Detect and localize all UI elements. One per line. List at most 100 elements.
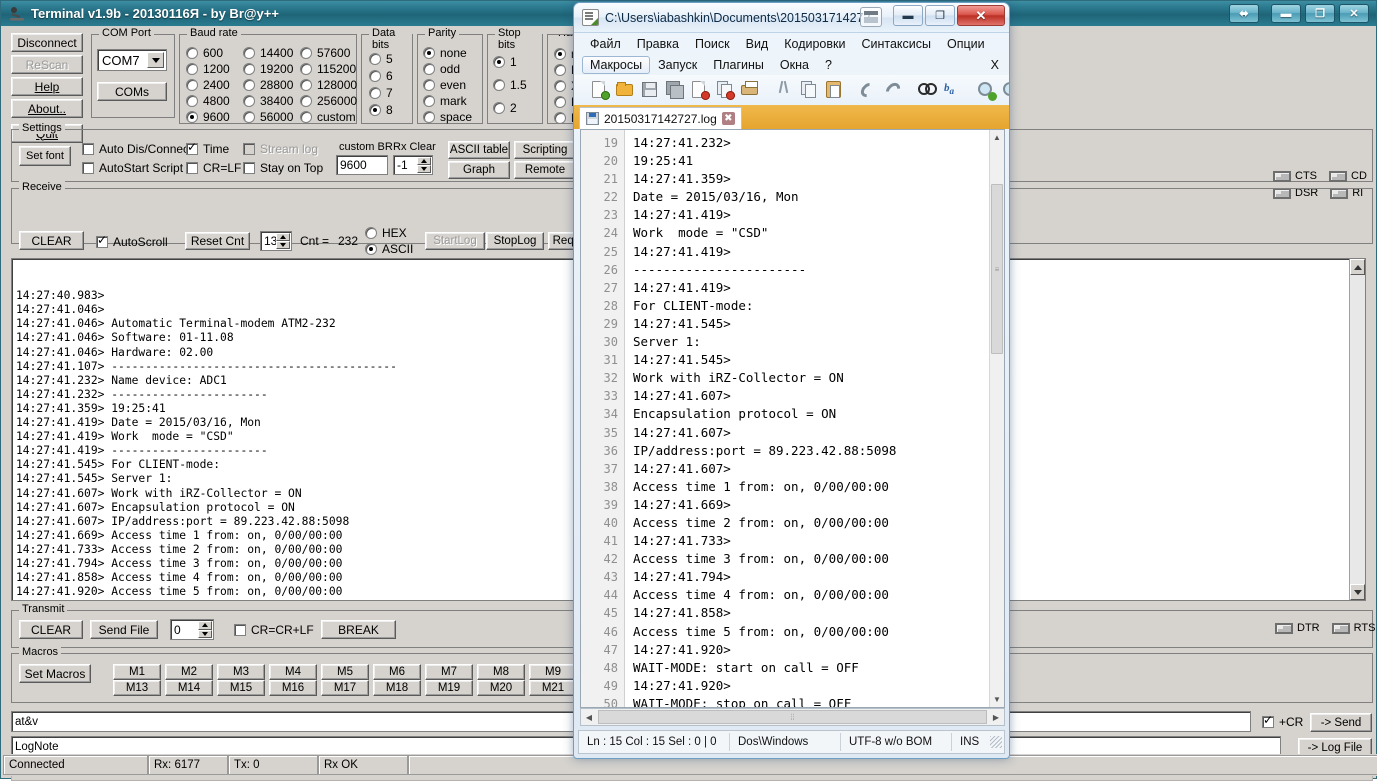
document-tab[interactable]: 20150317142727.log ✖: [579, 107, 742, 129]
menu-item-Плагины[interactable]: Плагины: [705, 56, 772, 74]
macro-button-m2[interactable]: M2: [165, 664, 213, 680]
auto-dis-connect-checkbox[interactable]: Auto Dis/Connect: [82, 142, 192, 156]
cut-icon[interactable]: [773, 79, 795, 101]
baud-radio-14400[interactable]: 14400: [243, 45, 301, 61]
editor-scroll-right-icon[interactable]: ▶: [988, 709, 1004, 725]
print-icon[interactable]: [739, 79, 761, 101]
editor-horizontal-scrollbar[interactable]: ◀ ⦙⦙ ▶: [580, 708, 1005, 726]
custom-br-input[interactable]: 9600: [336, 155, 388, 175]
stop-bits-radio-15[interactable]: 1.5: [493, 73, 527, 96]
macro-button-m5[interactable]: M5: [321, 664, 369, 680]
menu-item-Кодировки[interactable]: Кодировки: [776, 35, 853, 53]
macro-button-m17[interactable]: M17: [321, 680, 369, 696]
notepad-maximize-button[interactable]: ❐: [925, 5, 955, 26]
scroll-track[interactable]: [1350, 275, 1365, 584]
menu-item-Опции[interactable]: Опции: [939, 35, 993, 53]
cnt-stepper[interactable]: 13: [260, 231, 292, 251]
time-checkbox[interactable]: Time: [186, 142, 229, 156]
spin-up-icon[interactable]: [198, 621, 212, 630]
spin-up-icon[interactable]: [276, 233, 290, 241]
cnt-spin-buttons[interactable]: [276, 233, 290, 249]
parity-radio-space[interactable]: space: [423, 109, 472, 125]
scroll-up-icon[interactable]: [1350, 259, 1365, 275]
terminal-resize-button[interactable]: ⬌: [1229, 4, 1259, 23]
resize-grip-icon[interactable]: [990, 736, 1002, 748]
baud-radio-9600[interactable]: 9600: [186, 109, 242, 125]
replace-icon[interactable]: ba: [941, 79, 963, 101]
about-button[interactable]: About..: [11, 99, 83, 118]
terminal-close-button[interactable]: ✕: [1339, 4, 1369, 23]
spin-down-icon[interactable]: [417, 165, 431, 173]
stream-log-checkbox[interactable]: Stream log: [243, 142, 318, 156]
macro-button-m1[interactable]: M1: [113, 664, 161, 680]
baud-radio-57600[interactable]: 57600: [300, 45, 360, 61]
baud-radio-19200[interactable]: 19200: [243, 61, 301, 77]
menu-item-Запуск[interactable]: Запуск: [650, 56, 705, 74]
disconnect-button[interactable]: Disconnect: [11, 33, 83, 52]
parity-radio-even[interactable]: even: [423, 77, 472, 93]
notepad-editor[interactable]: 1920212223242526272829303132333435363738…: [580, 129, 1005, 708]
editor-scroll-up-icon[interactable]: ▲: [990, 130, 1004, 145]
editor-text-content[interactable]: 14:27:41.232>19:25:4114:27:41.359>Date =…: [625, 130, 1004, 707]
autostart-script-checkbox[interactable]: AutoStart Script: [82, 161, 183, 175]
set-macros-button[interactable]: Set Macros: [19, 664, 91, 683]
menu-item-Окна[interactable]: Окна: [772, 56, 817, 74]
remote-button[interactable]: Remote: [514, 161, 576, 179]
spin-up-icon[interactable]: [417, 157, 431, 165]
scroll-down-icon[interactable]: [1350, 584, 1365, 600]
editor-vertical-scrollbar[interactable]: ▲ ≡ ▼: [989, 130, 1004, 707]
menu-item-Макросы[interactable]: Макросы: [582, 56, 650, 74]
data-bits-radio-8[interactable]: 8: [369, 101, 393, 118]
stop-log-button[interactable]: StopLog: [486, 232, 544, 250]
close-file-icon[interactable]: [689, 79, 711, 101]
autoscroll-checkbox[interactable]: AutoScroll: [96, 235, 168, 249]
data-bits-radio-7[interactable]: 7: [369, 84, 393, 101]
cr-lf-checkbox[interactable]: CR=LF: [186, 161, 241, 175]
baud-radio-4800[interactable]: 4800: [186, 93, 242, 109]
menu-item-Правка[interactable]: Правка: [629, 35, 687, 53]
menu-item-Вид[interactable]: Вид: [738, 35, 777, 53]
transmit-delay-stepper[interactable]: 0: [170, 619, 214, 640]
baud-radio-56000[interactable]: 56000: [243, 109, 301, 125]
parity-radio-odd[interactable]: odd: [423, 61, 472, 77]
parity-radio-mark[interactable]: mark: [423, 93, 472, 109]
macro-button-m18[interactable]: M18: [373, 680, 421, 696]
new-file-icon[interactable]: [589, 79, 611, 101]
data-bits-radio-5[interactable]: 5: [369, 50, 393, 67]
parity-radio-none[interactable]: none: [423, 45, 472, 61]
terminal-minimize-button[interactable]: ▬: [1271, 4, 1301, 23]
terminal-maximize-button[interactable]: ❐: [1305, 4, 1335, 23]
set-font-button[interactable]: Set font: [19, 146, 71, 166]
baud-radio-38400[interactable]: 38400: [243, 93, 301, 109]
macro-button-m6[interactable]: M6: [373, 664, 421, 680]
undo-icon[interactable]: [857, 79, 879, 101]
baud-radio-115200[interactable]: 115200: [300, 61, 360, 77]
macro-button-m15[interactable]: M15: [217, 680, 265, 696]
rx-clear-spin-buttons[interactable]: [417, 157, 431, 173]
editor-scroll-thumb[interactable]: ≡: [991, 184, 1003, 354]
paste-icon[interactable]: [823, 79, 845, 101]
save-icon[interactable]: [639, 79, 661, 101]
editor-hscroll-thumb[interactable]: ⦙⦙: [598, 710, 987, 724]
rx-clear-stepper[interactable]: -1: [393, 155, 433, 175]
stop-bits-radio-2[interactable]: 2: [493, 96, 527, 119]
stop-bits-radio-1[interactable]: 1: [493, 50, 527, 73]
macro-button-m19[interactable]: M19: [425, 680, 473, 696]
macro-button-m8[interactable]: M8: [477, 664, 525, 680]
macro-button-m9[interactable]: M9: [529, 664, 577, 680]
macro-button-m3[interactable]: M3: [217, 664, 265, 680]
cr-crlf-checkbox[interactable]: CR=CR+LF: [234, 623, 314, 637]
close-all-files-icon[interactable]: [714, 79, 736, 101]
break-button[interactable]: BREAK: [321, 620, 396, 639]
graph-button[interactable]: Graph: [448, 161, 510, 179]
chevron-down-icon[interactable]: [147, 52, 164, 68]
spin-down-icon[interactable]: [198, 630, 212, 639]
receive-clear-button[interactable]: CLEAR: [19, 231, 84, 250]
zoom-in-icon[interactable]: [975, 79, 997, 101]
macro-button-m20[interactable]: M20: [477, 680, 525, 696]
start-log-button[interactable]: StartLog: [425, 232, 485, 250]
baud-radio-600[interactable]: 600: [186, 45, 242, 61]
transmit-clear-button[interactable]: CLEAR: [19, 620, 83, 639]
notepad-minimize-button[interactable]: ▬: [893, 5, 923, 26]
help-button[interactable]: Help: [11, 77, 83, 96]
